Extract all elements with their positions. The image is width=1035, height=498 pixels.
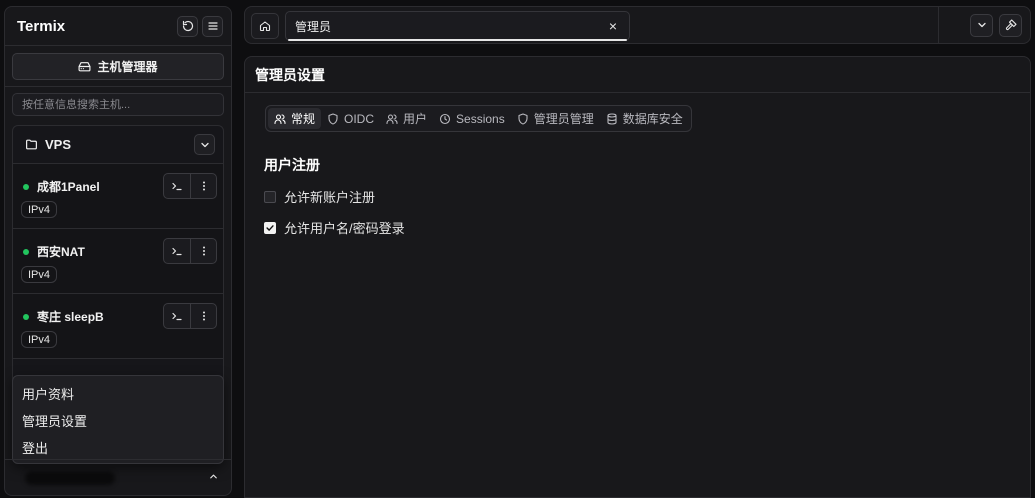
status-dot: [23, 313, 29, 320]
status-dot: [23, 248, 29, 255]
tab-label: Sessions: [456, 111, 505, 126]
more-vertical-icon: [202, 181, 205, 191]
tools-button[interactable]: [999, 13, 1022, 37]
host-actions: [163, 173, 217, 199]
host-more-button[interactable]: [190, 174, 216, 198]
close-icon[interactable]: ×: [609, 18, 617, 34]
host-folder: VPS 成都1Panel IPv4 西安NAT IPv4 枣庄 sleepB I…: [12, 125, 224, 385]
host-name: 枣庄 sleepB: [23, 308, 104, 325]
shield-icon: [518, 112, 528, 125]
folder-icon: [26, 139, 37, 150]
host-name-text: 枣庄 sleepB: [37, 310, 104, 324]
host-item[interactable]: 成都1Panel IPv4: [13, 164, 223, 229]
refresh-button[interactable]: [177, 15, 198, 37]
host-item[interactable]: 枣庄 sleepB IPv4: [13, 294, 223, 359]
sidebar-menu-button[interactable]: [202, 15, 223, 37]
check-icon: [266, 224, 274, 231]
user-dropdown-menu: 用户资料 管理员设置 登出: [12, 375, 224, 464]
sidebar-header-actions: [177, 15, 223, 37]
app-root: Termix 主机管理器 VPS: [0, 0, 1035, 498]
ip-badge: IPv4: [21, 266, 58, 283]
topbar-actions: [938, 7, 1030, 43]
host-more-button[interactable]: [190, 304, 216, 328]
panel-header: 管理员设置: [245, 57, 1030, 93]
users-icon: [386, 113, 398, 124]
host-actions: [163, 303, 217, 329]
terminal-button[interactable]: [164, 174, 190, 198]
chevron-up-icon: [208, 470, 219, 485]
clock-icon: [439, 113, 451, 124]
sidebar-header: Termix: [5, 7, 231, 46]
folder-title: VPS: [25, 137, 71, 152]
settings-tabs: 常规 OIDC 用户 Sessions 管理员管理 数据库安全: [265, 105, 692, 132]
host-name: 成都1Panel: [23, 178, 100, 195]
tab-oidc[interactable]: OIDC: [321, 108, 380, 129]
shield-icon: [328, 112, 338, 125]
host-name: 西安NAT: [23, 243, 85, 260]
home-icon: [259, 21, 271, 32]
tab-label: OIDC: [344, 111, 375, 126]
terminal-button[interactable]: [164, 304, 190, 328]
refresh-icon: [182, 20, 193, 32]
server-icon: [78, 62, 91, 72]
allow-password-login-checkbox[interactable]: [264, 221, 276, 234]
folder-collapse-button[interactable]: [194, 134, 215, 155]
host-more-button[interactable]: [190, 239, 216, 263]
status-dot: [23, 183, 29, 190]
terminal-icon: [172, 182, 182, 191]
page-title: 管理员设置: [255, 66, 325, 83]
tab-label: 数据库安全: [622, 112, 683, 126]
chevron-down-icon: [977, 22, 986, 28]
option-label: 允许新账户注册: [284, 190, 376, 205]
more-vertical-icon: [202, 246, 205, 256]
tab-admin[interactable]: 管理员 ×: [285, 11, 630, 41]
section-title: 用户注册: [264, 157, 320, 173]
tab-database-security[interactable]: 数据库安全: [600, 108, 689, 129]
terminal-button[interactable]: [164, 239, 190, 263]
sidebar: Termix 主机管理器 VPS: [4, 6, 232, 496]
ip-badge: IPv4: [21, 201, 58, 218]
chevron-down-icon: [200, 142, 209, 147]
redacted-username: [25, 470, 115, 485]
ip-badge: IPv4: [21, 331, 58, 348]
tab-admin-management[interactable]: 管理员管理: [511, 108, 600, 129]
allow-registration-option[interactable]: 允许新账户注册: [264, 187, 375, 206]
allow-registration-checkbox[interactable]: [264, 190, 276, 203]
host-manager-button[interactable]: 主机管理器: [12, 53, 224, 80]
terminal-icon: [172, 247, 182, 256]
terminal-icon: [172, 312, 182, 321]
collapse-topbar-button[interactable]: [970, 13, 993, 37]
more-vertical-icon: [202, 311, 205, 321]
host-item[interactable]: 西安NAT IPv4: [13, 229, 223, 294]
tab-general[interactable]: 常规: [268, 108, 322, 129]
sidebar-divider: [5, 86, 231, 87]
sidebar-footer-user[interactable]: [5, 459, 231, 495]
hammer-icon: [1005, 19, 1017, 31]
host-name-text: 西安NAT: [37, 245, 85, 259]
top-tab-bar: 管理员 ×: [244, 6, 1031, 44]
tab-label: 管理员: [295, 19, 332, 34]
users-icon: [274, 113, 286, 124]
database-icon: [607, 112, 617, 125]
tab-label: 常规: [291, 112, 316, 126]
folder-header[interactable]: VPS: [13, 126, 223, 164]
home-tab-button[interactable]: [251, 13, 279, 39]
menu-item-logout[interactable]: 登出: [13, 434, 223, 461]
tab-sessions[interactable]: Sessions: [433, 108, 511, 129]
menu-icon: [207, 22, 218, 30]
allow-password-login-option[interactable]: 允许用户名/密码登录: [264, 218, 405, 237]
admin-settings-panel: 管理员设置 常规 OIDC 用户 Sessions 管理员管理 数据库安全 用户…: [244, 56, 1031, 498]
host-manager-label: 主机管理器: [97, 60, 158, 74]
app-title: Termix: [17, 17, 66, 35]
tab-label: 管理员管理: [533, 112, 594, 126]
menu-item-profile[interactable]: 用户资料: [13, 380, 223, 407]
tab-users[interactable]: 用户: [380, 108, 433, 129]
folder-name: VPS: [45, 137, 72, 152]
host-name-text: 成都1Panel: [37, 180, 100, 194]
host-actions: [163, 238, 217, 264]
menu-item-admin-settings[interactable]: 管理员设置: [13, 407, 223, 434]
option-label: 允许用户名/密码登录: [284, 221, 405, 236]
host-search-input[interactable]: [12, 93, 224, 116]
tab-label: 用户: [403, 112, 428, 126]
